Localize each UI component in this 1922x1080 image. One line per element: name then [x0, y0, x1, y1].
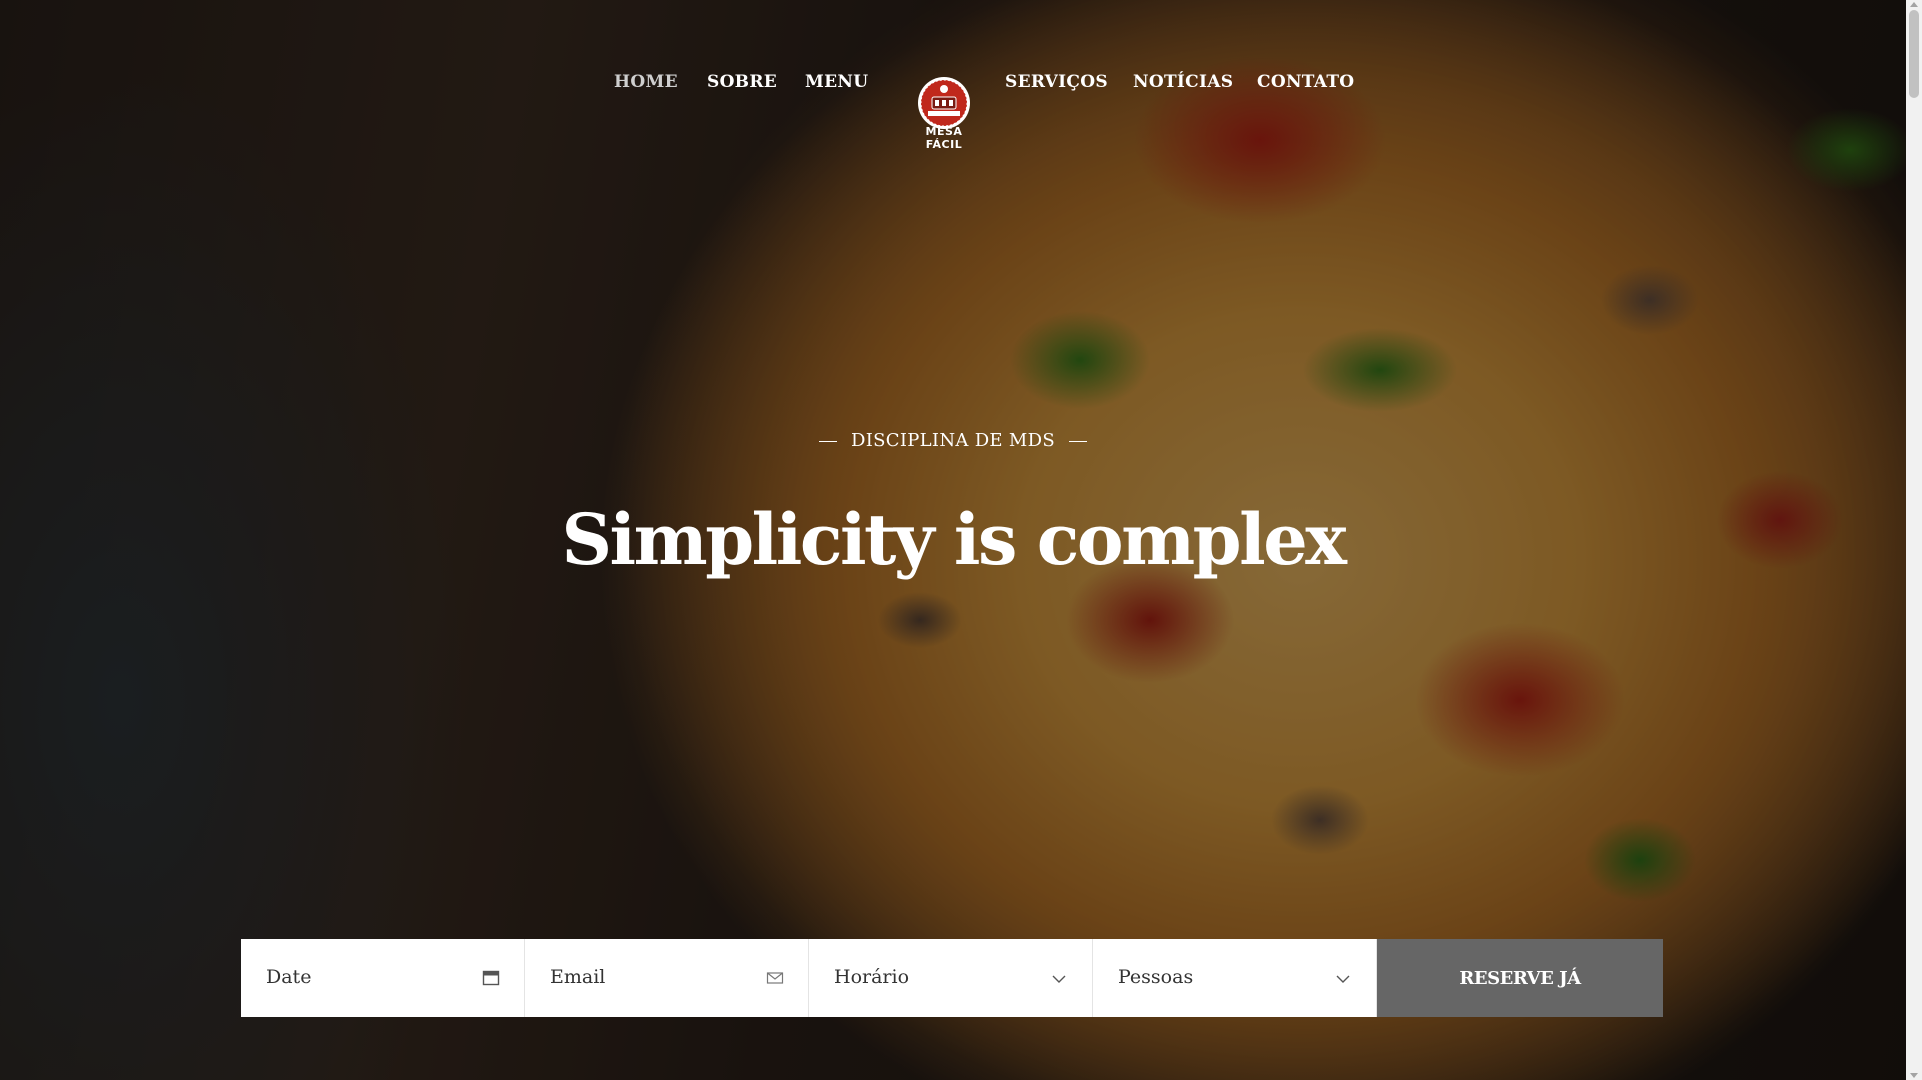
nav-item-noticias[interactable]: NOTÍCIAS	[1133, 72, 1233, 92]
date-placeholder: Date	[266, 966, 312, 988]
logo-text: MESA FÁCIL	[925, 125, 963, 151]
time-select-value: Horário	[834, 966, 910, 988]
envelope-icon	[766, 972, 784, 984]
scrollbar-thumb[interactable]	[1909, 10, 1919, 98]
hero-subtitle: DISCIPLINA DE MDS	[0, 430, 1906, 451]
subtitle-dash-left	[819, 440, 837, 442]
page-scrollbar[interactable]	[1906, 0, 1922, 1080]
date-field[interactable]: Date	[241, 939, 525, 1017]
subtitle-dash-right	[1069, 440, 1087, 442]
chevron-down-icon	[1336, 975, 1350, 983]
people-select[interactable]: Pessoas	[1093, 939, 1377, 1017]
reserve-button[interactable]: RESERVE JÁ	[1377, 939, 1663, 1017]
hero-section: HOME SOBRE MENU SERVIÇOS NOTÍCIAS CONTAT…	[0, 0, 1922, 1080]
chevron-down-icon	[1052, 975, 1066, 983]
scroll-down-arrow-icon[interactable]	[1910, 1073, 1918, 1078]
email-field[interactable]: Email	[525, 939, 809, 1017]
nav-item-sobre[interactable]: SOBRE	[707, 72, 777, 92]
people-select-value: Pessoas	[1118, 966, 1194, 988]
nav-item-home[interactable]: HOME	[614, 72, 678, 92]
email-placeholder: Email	[550, 966, 606, 988]
nav-item-servicos[interactable]: SERVIÇOS	[1005, 72, 1108, 92]
scroll-up-arrow-icon[interactable]	[1910, 2, 1918, 7]
nav-item-contato[interactable]: CONTATO	[1257, 72, 1354, 92]
hero-headline: Simplicity is complex	[561, 498, 1348, 581]
calendar-icon	[482, 970, 500, 986]
site-logo[interactable]: MESA FÁCIL	[906, 73, 982, 151]
booking-form: Date Email Horário Pessoas RESERVE JÁ	[241, 939, 1665, 1017]
nav-item-menu[interactable]: MENU	[805, 72, 868, 92]
subtitle-text: DISCIPLINA DE MDS	[851, 430, 1055, 451]
time-select[interactable]: Horário	[809, 939, 1093, 1017]
logo-emblem-icon	[918, 77, 970, 129]
